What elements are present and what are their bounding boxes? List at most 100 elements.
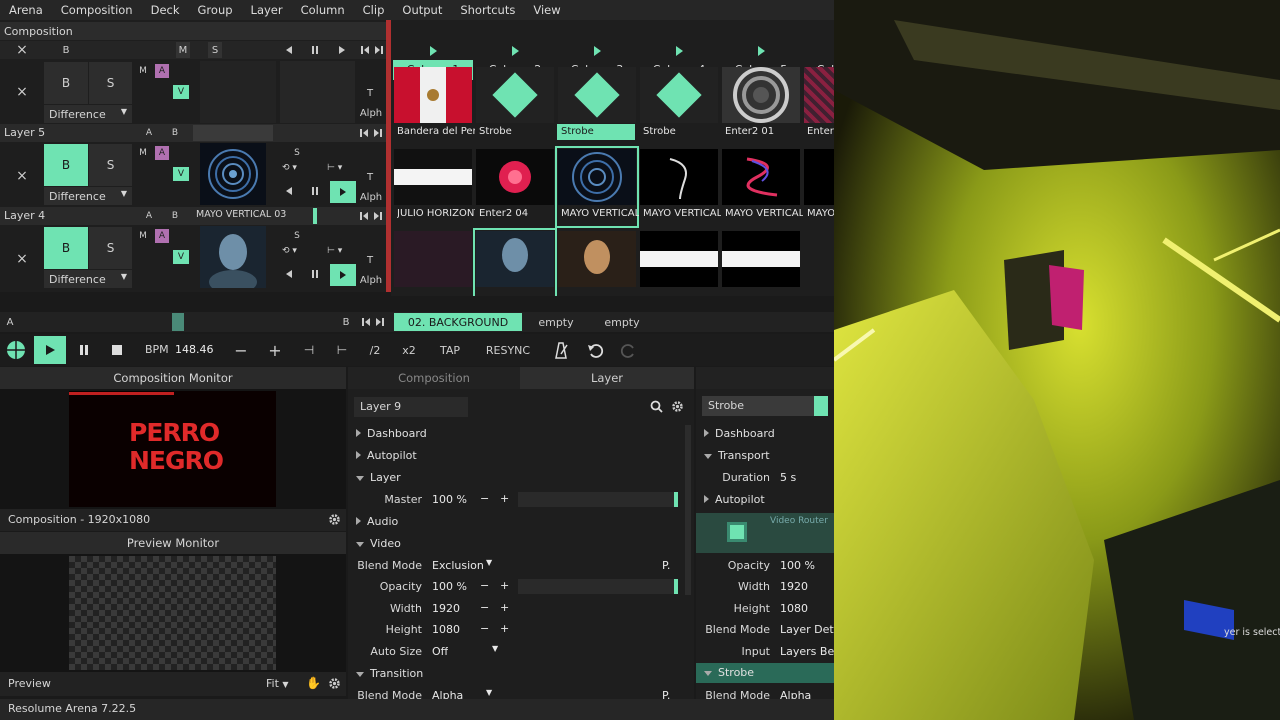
solo-button[interactable]: S — [208, 42, 222, 58]
param-slider[interactable] — [518, 579, 678, 595]
nudge-forward-button[interactable]: ⊢ — [333, 340, 351, 360]
video-button[interactable]: V — [173, 85, 189, 99]
video-button[interactable]: V — [173, 250, 189, 264]
prev-icon[interactable] — [284, 186, 294, 196]
solo-small-button[interactable]: S — [291, 147, 303, 159]
increase-button[interactable]: + — [500, 601, 509, 614]
section-autopilot[interactable]: Autopilot — [356, 449, 417, 462]
fit-select[interactable]: Fit ▼ — [266, 677, 289, 690]
prev-icon[interactable] — [284, 269, 294, 279]
param-value[interactable]: 1080 — [780, 602, 808, 615]
clip-cell[interactable]: Strobe — [557, 66, 637, 144]
close-icon[interactable]: × — [14, 83, 30, 101]
solo-button[interactable]: S — [89, 227, 132, 269]
tap-button[interactable]: TAP — [436, 340, 464, 360]
redo-icon[interactable] — [620, 341, 638, 359]
deck-tab[interactable]: empty — [528, 313, 584, 331]
clip-cell[interactable] — [557, 230, 637, 296]
clip-cell[interactable] — [721, 230, 801, 296]
alpha-button[interactable]: Alph — [358, 105, 384, 121]
solo-button[interactable]: S — [89, 144, 132, 186]
mute-button[interactable]: M — [137, 64, 149, 78]
clip-cell[interactable]: MAYO V — [803, 148, 834, 226]
param-slider[interactable] — [518, 492, 678, 507]
deck-a-button[interactable]: A — [4, 315, 16, 329]
layer-name-field[interactable]: Layer 9 — [354, 397, 468, 417]
skip-forward-icon[interactable] — [374, 45, 384, 55]
loop-icon[interactable]: ⟲ ▾ — [282, 163, 312, 175]
clip-cell[interactable]: Strobe — [639, 66, 719, 144]
play-icon[interactable] — [337, 45, 347, 55]
loop-icon[interactable]: ⟲ ▾ — [282, 246, 312, 258]
clip-cell[interactable] — [393, 230, 473, 296]
deck-b-button[interactable]: B — [169, 209, 181, 223]
prev-icon[interactable] — [284, 45, 294, 55]
mute-button[interactable]: M — [137, 229, 149, 243]
param-menu-button[interactable]: P. — [662, 559, 670, 572]
solo-button[interactable]: S — [89, 62, 132, 104]
mute-button[interactable]: M — [137, 146, 149, 160]
bpm-decrease-button[interactable]: − — [232, 340, 250, 360]
param-value[interactable]: Off — [432, 645, 448, 658]
bpm-increase-button[interactable]: + — [266, 340, 284, 360]
bypass-button[interactable]: B — [44, 144, 88, 186]
param-value[interactable]: 100 % — [432, 493, 467, 506]
column-play-icon[interactable] — [512, 46, 519, 56]
direction-icon[interactable]: ⊢ ▾ — [327, 246, 357, 258]
globe-icon[interactable] — [6, 340, 26, 360]
close-icon[interactable]: × — [14, 250, 30, 268]
section-dashboard[interactable]: Dashboard — [704, 427, 775, 440]
audio-button[interactable]: A — [155, 64, 169, 78]
param-value[interactable]: Layer Dete — [780, 623, 834, 636]
clip-cell[interactable]: Enter2 02 — [803, 66, 834, 144]
clip-cell[interactable]: MAYO VERTICAL 05 — [721, 148, 803, 226]
deck-b-button[interactable]: B — [340, 315, 352, 329]
menu-item-group[interactable]: Group — [189, 3, 242, 17]
clip-cell[interactable]: MAYO VERTICAL 03 — [555, 146, 639, 228]
clip-cell[interactable]: JULIO HORIZONT... — [393, 148, 475, 226]
column-play-icon[interactable] — [758, 46, 765, 56]
deck-tab[interactable]: empty — [594, 313, 650, 331]
nudge-back-button[interactable]: ⊣ — [300, 340, 318, 360]
section-dashboard[interactable]: Dashboard — [356, 427, 427, 440]
play-button[interactable] — [34, 336, 66, 364]
play-button[interactable] — [330, 264, 356, 286]
undo-icon[interactable] — [586, 341, 604, 359]
tab-composition[interactable]: Composition — [348, 367, 520, 389]
menu-item-clip[interactable]: Clip — [354, 3, 394, 17]
close-icon[interactable]: × — [14, 167, 30, 185]
layer-slider-knob[interactable] — [313, 208, 317, 224]
close-icon[interactable]: × — [14, 41, 30, 59]
param-value[interactable]: 100 % — [432, 580, 467, 593]
audio-button[interactable]: A — [155, 146, 169, 160]
skip-icons[interactable] — [360, 317, 388, 327]
metronome-icon[interactable] — [552, 341, 570, 359]
pause-icon[interactable] — [310, 186, 320, 196]
section-video[interactable]: Video — [356, 537, 401, 550]
hand-icon[interactable]: ✋ — [306, 676, 321, 690]
layer-slider[interactable] — [193, 125, 273, 141]
skip-back-icon[interactable] — [360, 45, 370, 55]
section-layer[interactable]: Layer — [356, 471, 401, 484]
section-autopilot[interactable]: Autopilot — [704, 493, 765, 506]
section-transport[interactable]: Transport — [704, 449, 770, 462]
column-play-icon[interactable] — [430, 46, 437, 56]
deck-a-button[interactable]: A — [143, 209, 155, 223]
param-value[interactable]: Exclusion — [432, 559, 484, 572]
bypass-button[interactable]: B — [44, 227, 88, 269]
clip-cell[interactable] — [639, 230, 719, 296]
alpha-button[interactable]: Alph — [358, 189, 384, 205]
clip-cell[interactable] — [473, 228, 557, 296]
param-value[interactable]: Layers Bel — [780, 645, 834, 658]
bpm-value[interactable]: 148.46 — [175, 343, 214, 356]
pause-icon[interactable] — [310, 45, 320, 55]
section-audio[interactable]: Audio — [356, 515, 398, 528]
slider-knob[interactable] — [674, 492, 678, 507]
skip-icons[interactable] — [358, 128, 386, 138]
menu-item-view[interactable]: View — [524, 3, 569, 17]
chevron-down-icon[interactable]: ▼ — [492, 644, 498, 653]
gear-icon[interactable] — [328, 513, 341, 526]
blend-mode-select[interactable]: Difference ▼ — [44, 105, 132, 123]
tab-layer[interactable]: Layer — [520, 367, 694, 389]
menu-item-arena[interactable]: Arena — [0, 3, 52, 17]
